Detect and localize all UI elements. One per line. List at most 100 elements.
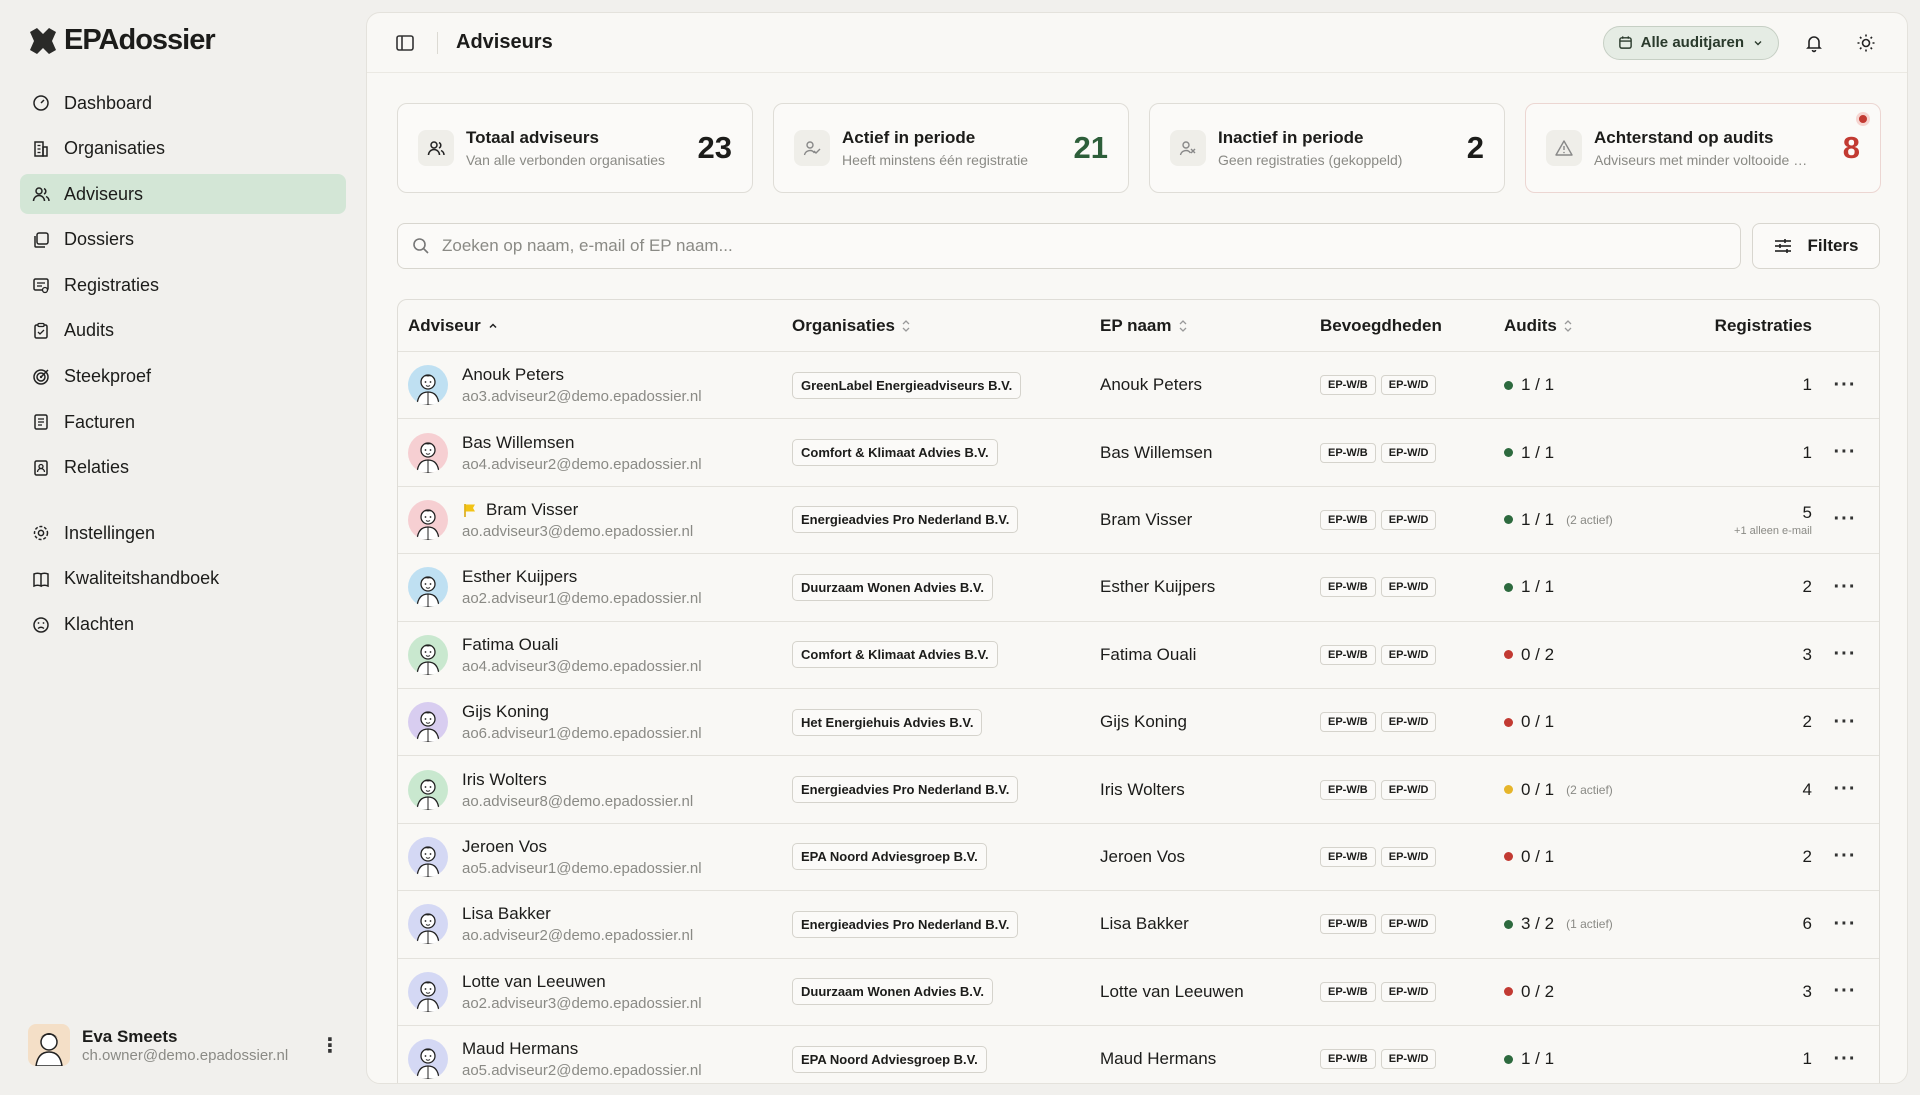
header-ep-naam[interactable]: EP naam xyxy=(1100,316,1320,336)
adviseur-name[interactable]: Maud Hermans xyxy=(462,1039,702,1059)
more-actions-icon[interactable]: ··· xyxy=(1834,643,1857,666)
row-actions-cell: ··· xyxy=(1812,643,1878,666)
bevoegdheid-badge: EP-W/D xyxy=(1380,846,1437,867)
table-row[interactable]: Bas Willemsen ao4.adviseur2@demo.epadoss… xyxy=(398,419,1879,487)
logo[interactable]: EPAdossier xyxy=(28,24,216,57)
adviseur-name[interactable]: Iris Wolters xyxy=(462,770,693,790)
sidebar-item-steekproef[interactable]: Steekproef xyxy=(20,357,346,397)
user-profile[interactable]: Eva Smeets ch.owner@demo.epadossier.nl ⋮ xyxy=(28,1022,340,1068)
audit-status-dot xyxy=(1504,785,1513,795)
audit-count: 0 / 1 xyxy=(1521,712,1555,732)
more-actions-icon[interactable]: ··· xyxy=(1834,508,1857,531)
table-row[interactable]: Gijs Koning ao6.adviseur1@demo.epadossie… xyxy=(398,689,1879,757)
audits-cell: 1 / 1 xyxy=(1504,443,1676,463)
adviseur-name[interactable]: Gijs Koning xyxy=(462,702,702,722)
audits-cell: 1 / 1 xyxy=(1504,375,1676,395)
sidebar-item-label: Instellingen xyxy=(64,522,156,543)
bevoegdheid-badge: EP-W/B xyxy=(1320,644,1376,665)
header-adviseur[interactable]: Adviseur xyxy=(398,316,792,336)
organisatie-badge[interactable]: Het Energiehuis Advies B.V. xyxy=(792,708,983,736)
adviseur-name[interactable]: Jeroen Vos xyxy=(462,837,702,857)
organisatie-badge[interactable]: Energieadvies Pro Nederland B.V. xyxy=(792,506,1019,534)
sidebar-item-organisaties[interactable]: Organisaties xyxy=(20,129,346,169)
adviseur-name[interactable]: Anouk Peters xyxy=(462,365,702,385)
table-row[interactable]: Jeroen Vos ao5.adviseur1@demo.epadossier… xyxy=(398,824,1879,892)
notifications-button[interactable] xyxy=(1797,26,1831,60)
more-actions-icon[interactable]: ··· xyxy=(1834,913,1857,936)
user-menu-icon[interactable]: ⋮ xyxy=(320,1030,340,1060)
organisatie-badge[interactable]: GreenLabel Energieadviseurs B.V. xyxy=(792,371,1022,399)
table-row[interactable]: Bram Visser ao.adviseur3@demo.epadossier… xyxy=(398,487,1879,555)
table-row[interactable]: Fatima Ouali ao4.adviseur3@demo.epadossi… xyxy=(398,622,1879,689)
sun-icon xyxy=(1857,34,1875,51)
header-organisaties[interactable]: Organisaties xyxy=(792,316,1100,336)
organisatie-badge[interactable]: Comfort & Klimaat Advies B.V. xyxy=(792,641,998,669)
header-bevoegdheden: Bevoegdheden xyxy=(1320,316,1504,336)
registraties-count: 1 xyxy=(1802,442,1812,462)
table-row[interactable]: Iris Wolters ao.adviseur8@demo.epadossie… xyxy=(398,756,1879,824)
search-icon xyxy=(413,238,429,254)
more-actions-icon[interactable]: ··· xyxy=(1834,778,1857,801)
adviseur-name[interactable]: Lisa Bakker xyxy=(462,904,693,924)
table-row[interactable]: Esther Kuijpers ao2.adviseur1@demo.epado… xyxy=(398,554,1879,622)
row-actions-cell: ··· xyxy=(1812,576,1878,599)
more-actions-icon[interactable]: ··· xyxy=(1834,845,1857,868)
search-input[interactable] xyxy=(442,236,1642,256)
sidebar-item-registraties[interactable]: Registraties xyxy=(20,265,346,305)
header-audits[interactable]: Audits xyxy=(1504,316,1676,336)
adviseur-name[interactable]: Bram Visser xyxy=(462,500,693,520)
adviseur-name[interactable]: Lotte van Leeuwen xyxy=(462,972,702,992)
sidebar-item-relaties[interactable]: Relaties xyxy=(20,448,346,488)
table-row[interactable]: Maud Hermans ao5.adviseur2@demo.epadossi… xyxy=(398,1026,1879,1083)
sidebar-item-dashboard[interactable]: Dashboard xyxy=(20,83,346,123)
ep-naam-cell: Jeroen Vos xyxy=(1100,846,1186,866)
adviseur-email: ao2.adviseur3@demo.epadossier.nl xyxy=(462,994,702,1012)
sidebar-item-instellingen[interactable]: Instellingen xyxy=(20,513,346,553)
more-actions-icon[interactable]: ··· xyxy=(1834,576,1857,599)
adviseur-cell: Jeroen Vos ao5.adviseur1@demo.epadossier… xyxy=(398,836,792,877)
theme-toggle-button[interactable] xyxy=(1849,26,1883,60)
adviseur-name[interactable]: Fatima Ouali xyxy=(462,635,702,655)
user-email: ch.owner@demo.epadossier.nl xyxy=(82,1046,289,1064)
stat-card-actief-in-periode[interactable]: Actief in periode Heeft minstens één reg… xyxy=(773,103,1129,193)
adviseur-name[interactable]: Bas Willemsen xyxy=(462,433,702,453)
adviseur-name[interactable]: Esther Kuijpers xyxy=(462,567,702,587)
organisatie-badge[interactable]: Comfort & Klimaat Advies B.V. xyxy=(792,439,998,467)
bevoegdheden-cell: EP-W/B EP-W/D xyxy=(1320,1049,1504,1070)
organisatie-badge[interactable]: Energieadvies Pro Nederland B.V. xyxy=(792,776,1019,804)
table-row[interactable]: Lisa Bakker ao.adviseur2@demo.epadossier… xyxy=(398,891,1879,959)
stat-card-inactief-in-periode[interactable]: Inactief in periode Geen registraties (g… xyxy=(1149,103,1505,193)
sidebar-item-facturen[interactable]: Facturen xyxy=(20,402,346,442)
filters-button[interactable]: Filters xyxy=(1752,223,1880,269)
avatar xyxy=(408,904,448,945)
table-row[interactable]: Anouk Peters ao3.adviseur2@demo.epadossi… xyxy=(398,352,1879,420)
organisatie-badge[interactable]: Duurzaam Wonen Advies B.V. xyxy=(792,978,994,1006)
table-row[interactable]: Lotte van Leeuwen ao2.adviseur3@demo.epa… xyxy=(398,959,1879,1026)
audit-year-select[interactable]: Alle auditjaren xyxy=(1602,25,1779,60)
sidebar-toggle-icon[interactable] xyxy=(391,29,419,57)
more-actions-icon[interactable]: ··· xyxy=(1834,711,1857,734)
sidebar-item-kwaliteitshandboek[interactable]: Kwaliteitshandboek xyxy=(20,559,346,599)
avatar xyxy=(408,567,448,608)
sidebar-item-adviseurs[interactable]: Adviseurs xyxy=(20,174,346,215)
organisatie-badge[interactable]: EPA Noord Adviesgroep B.V. xyxy=(792,1045,987,1073)
audit-note: (2 actief) xyxy=(1566,782,1613,797)
organisatie-cell: EPA Noord Adviesgroep B.V. xyxy=(792,1045,1100,1073)
organisatie-badge[interactable]: Energieadvies Pro Nederland B.V. xyxy=(792,910,1019,938)
audit-count: 1 / 1 xyxy=(1521,1049,1555,1069)
sidebar-item-dossiers[interactable]: Dossiers xyxy=(20,220,346,260)
more-actions-icon[interactable]: ··· xyxy=(1834,374,1857,397)
organisatie-badge[interactable]: EPA Noord Adviesgroep B.V. xyxy=(792,843,987,871)
stat-card-achterstand-op-audits[interactable]: Achterstand op audits Adviseurs met mind… xyxy=(1525,103,1881,193)
more-actions-icon[interactable]: ··· xyxy=(1834,441,1857,464)
audit-year-label: Alle auditjaren xyxy=(1640,34,1744,51)
stat-card-totaal-adviseurs[interactable]: Totaal adviseurs Van alle verbonden orga… xyxy=(397,103,753,193)
sidebar-item-audits[interactable]: Audits xyxy=(20,311,346,351)
more-actions-icon[interactable]: ··· xyxy=(1834,1048,1857,1071)
more-actions-icon[interactable]: ··· xyxy=(1834,980,1857,1003)
organisatie-badge[interactable]: Duurzaam Wonen Advies B.V. xyxy=(792,573,994,601)
sidebar-item-klachten[interactable]: Klachten xyxy=(20,605,346,645)
audit-status-dot xyxy=(1504,380,1513,390)
audit-status-dot xyxy=(1504,448,1513,458)
